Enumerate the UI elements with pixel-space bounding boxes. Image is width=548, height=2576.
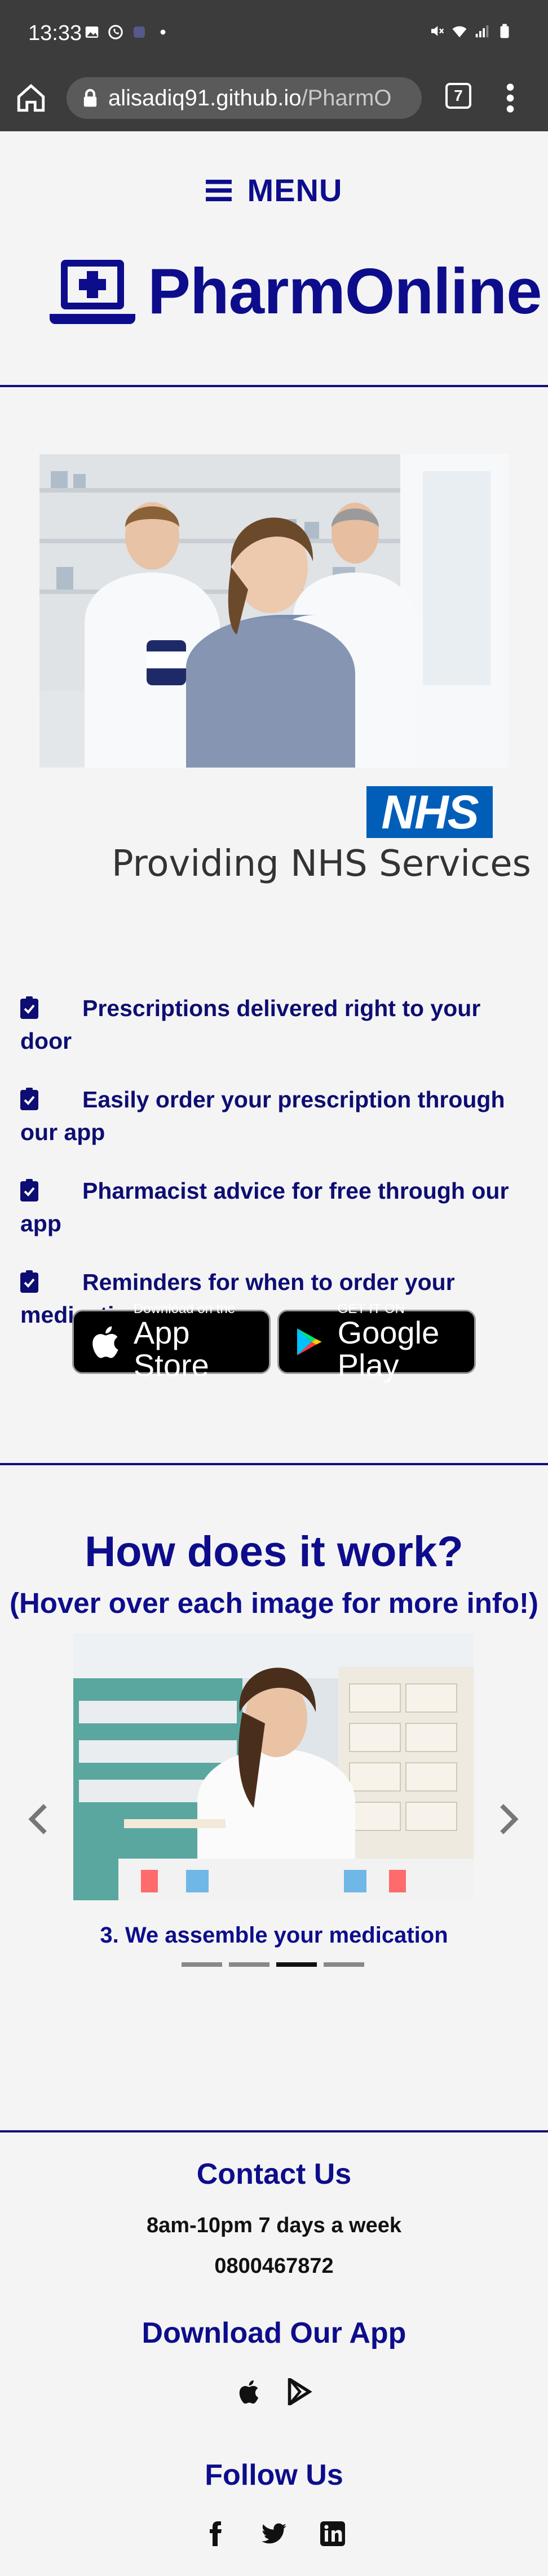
- battery-icon: [500, 24, 509, 38]
- status-bar: 13:33: [0, 0, 548, 65]
- whatsapp-icon: [108, 25, 123, 39]
- opening-hours: 8am-10pm 7 days a week: [146, 2214, 402, 2237]
- dot-icon: [160, 29, 166, 35]
- facebook-icon[interactable]: [202, 2520, 229, 2547]
- social-icons: [0, 2520, 548, 2547]
- section-divider: [0, 2130, 548, 2132]
- carousel-next-icon[interactable]: [497, 1803, 520, 1835]
- twitter-icon[interactable]: [260, 2520, 288, 2547]
- apple-icon: [92, 1326, 118, 1358]
- status-time: 13:33: [28, 21, 82, 45]
- menu-button[interactable]: MENU: [205, 172, 343, 209]
- google-play-badge[interactable]: GET IT ON Google Play: [277, 1302, 476, 1382]
- google-play-big-text: Google Play: [337, 1315, 440, 1383]
- google-play-icon: [297, 1328, 322, 1355]
- nhs-logo: NHS: [366, 786, 493, 839]
- download-app-title: Download Our App: [142, 2317, 406, 2349]
- home-icon[interactable]: [15, 82, 47, 114]
- clipboard-check-icon: [20, 1179, 38, 1201]
- nhs-caption: Providing NHS Services: [112, 843, 531, 885]
- carousel-slide-image[interactable]: [73, 1633, 474, 1900]
- signal-icon: [475, 25, 489, 38]
- laptop-medical-icon: [50, 259, 135, 324]
- app-store-big-text: App Store: [133, 1315, 209, 1383]
- carousel-caption: 3. We assemble your medication: [100, 1923, 448, 1948]
- image-icon: [85, 26, 99, 38]
- hamburger-icon: [205, 179, 232, 201]
- app-icon: [134, 26, 145, 38]
- brand-name: PharmOnline: [148, 256, 542, 327]
- mute-icon: [431, 26, 444, 36]
- carousel-indicator[interactable]: [324, 1962, 364, 1967]
- wifi-icon: [452, 26, 467, 38]
- follow-us-title: Follow Us: [205, 2459, 343, 2491]
- address-bar[interactable]: alisadiq91.github.io/PharmO: [67, 77, 422, 119]
- carousel-indicator[interactable]: [182, 1962, 222, 1967]
- phone-number[interactable]: 0800467872: [0, 2254, 548, 2278]
- tab-switcher-button[interactable]: 7: [445, 83, 471, 109]
- brand-logo[interactable]: PharmOnline: [50, 255, 542, 329]
- linkedin-icon[interactable]: [319, 2520, 346, 2547]
- lock-icon: [83, 88, 97, 107]
- download-icons: [0, 2378, 548, 2405]
- section-divider: [0, 385, 548, 387]
- clipboard-check-icon: [20, 1088, 38, 1110]
- system-icons: [428, 23, 513, 39]
- feature-item: Prescriptions delivered right to your do…: [20, 995, 481, 1054]
- app-store-badge[interactable]: Download on the App Store: [72, 1302, 271, 1382]
- carousel-indicator[interactable]: [229, 1962, 269, 1967]
- apple-icon[interactable]: [235, 2378, 262, 2405]
- carousel-prev-icon[interactable]: [27, 1803, 50, 1835]
- google-play-icon[interactable]: [286, 2378, 313, 2405]
- feature-item: Pharmacist advice for free through our a…: [20, 1178, 509, 1236]
- url-text: alisadiq91.github.io/PharmO: [108, 85, 392, 110]
- notification-icons: [83, 24, 171, 41]
- clipboard-check-icon: [20, 1270, 38, 1293]
- how-it-works-title: How does it work?: [85, 1528, 463, 1576]
- carousel-indicators: [182, 1962, 364, 1967]
- pharmacy-staff-image: [39, 454, 509, 768]
- menu-row: MENU: [0, 172, 548, 209]
- browser-toolbar: alisadiq91.github.io/PharmO 7: [0, 65, 548, 131]
- feature-item: Easily order your prescription through o…: [20, 1087, 505, 1145]
- clipboard-check-icon: [20, 996, 38, 1019]
- how-it-works-subtitle: (Hover over each image for more info!): [9, 1587, 539, 1619]
- more-options-icon[interactable]: [502, 82, 519, 114]
- menu-label: MENU: [247, 172, 343, 208]
- section-divider: [0, 1463, 548, 1465]
- contact-title: Contact Us: [196, 2158, 352, 2191]
- carousel-indicator-active[interactable]: [276, 1962, 317, 1967]
